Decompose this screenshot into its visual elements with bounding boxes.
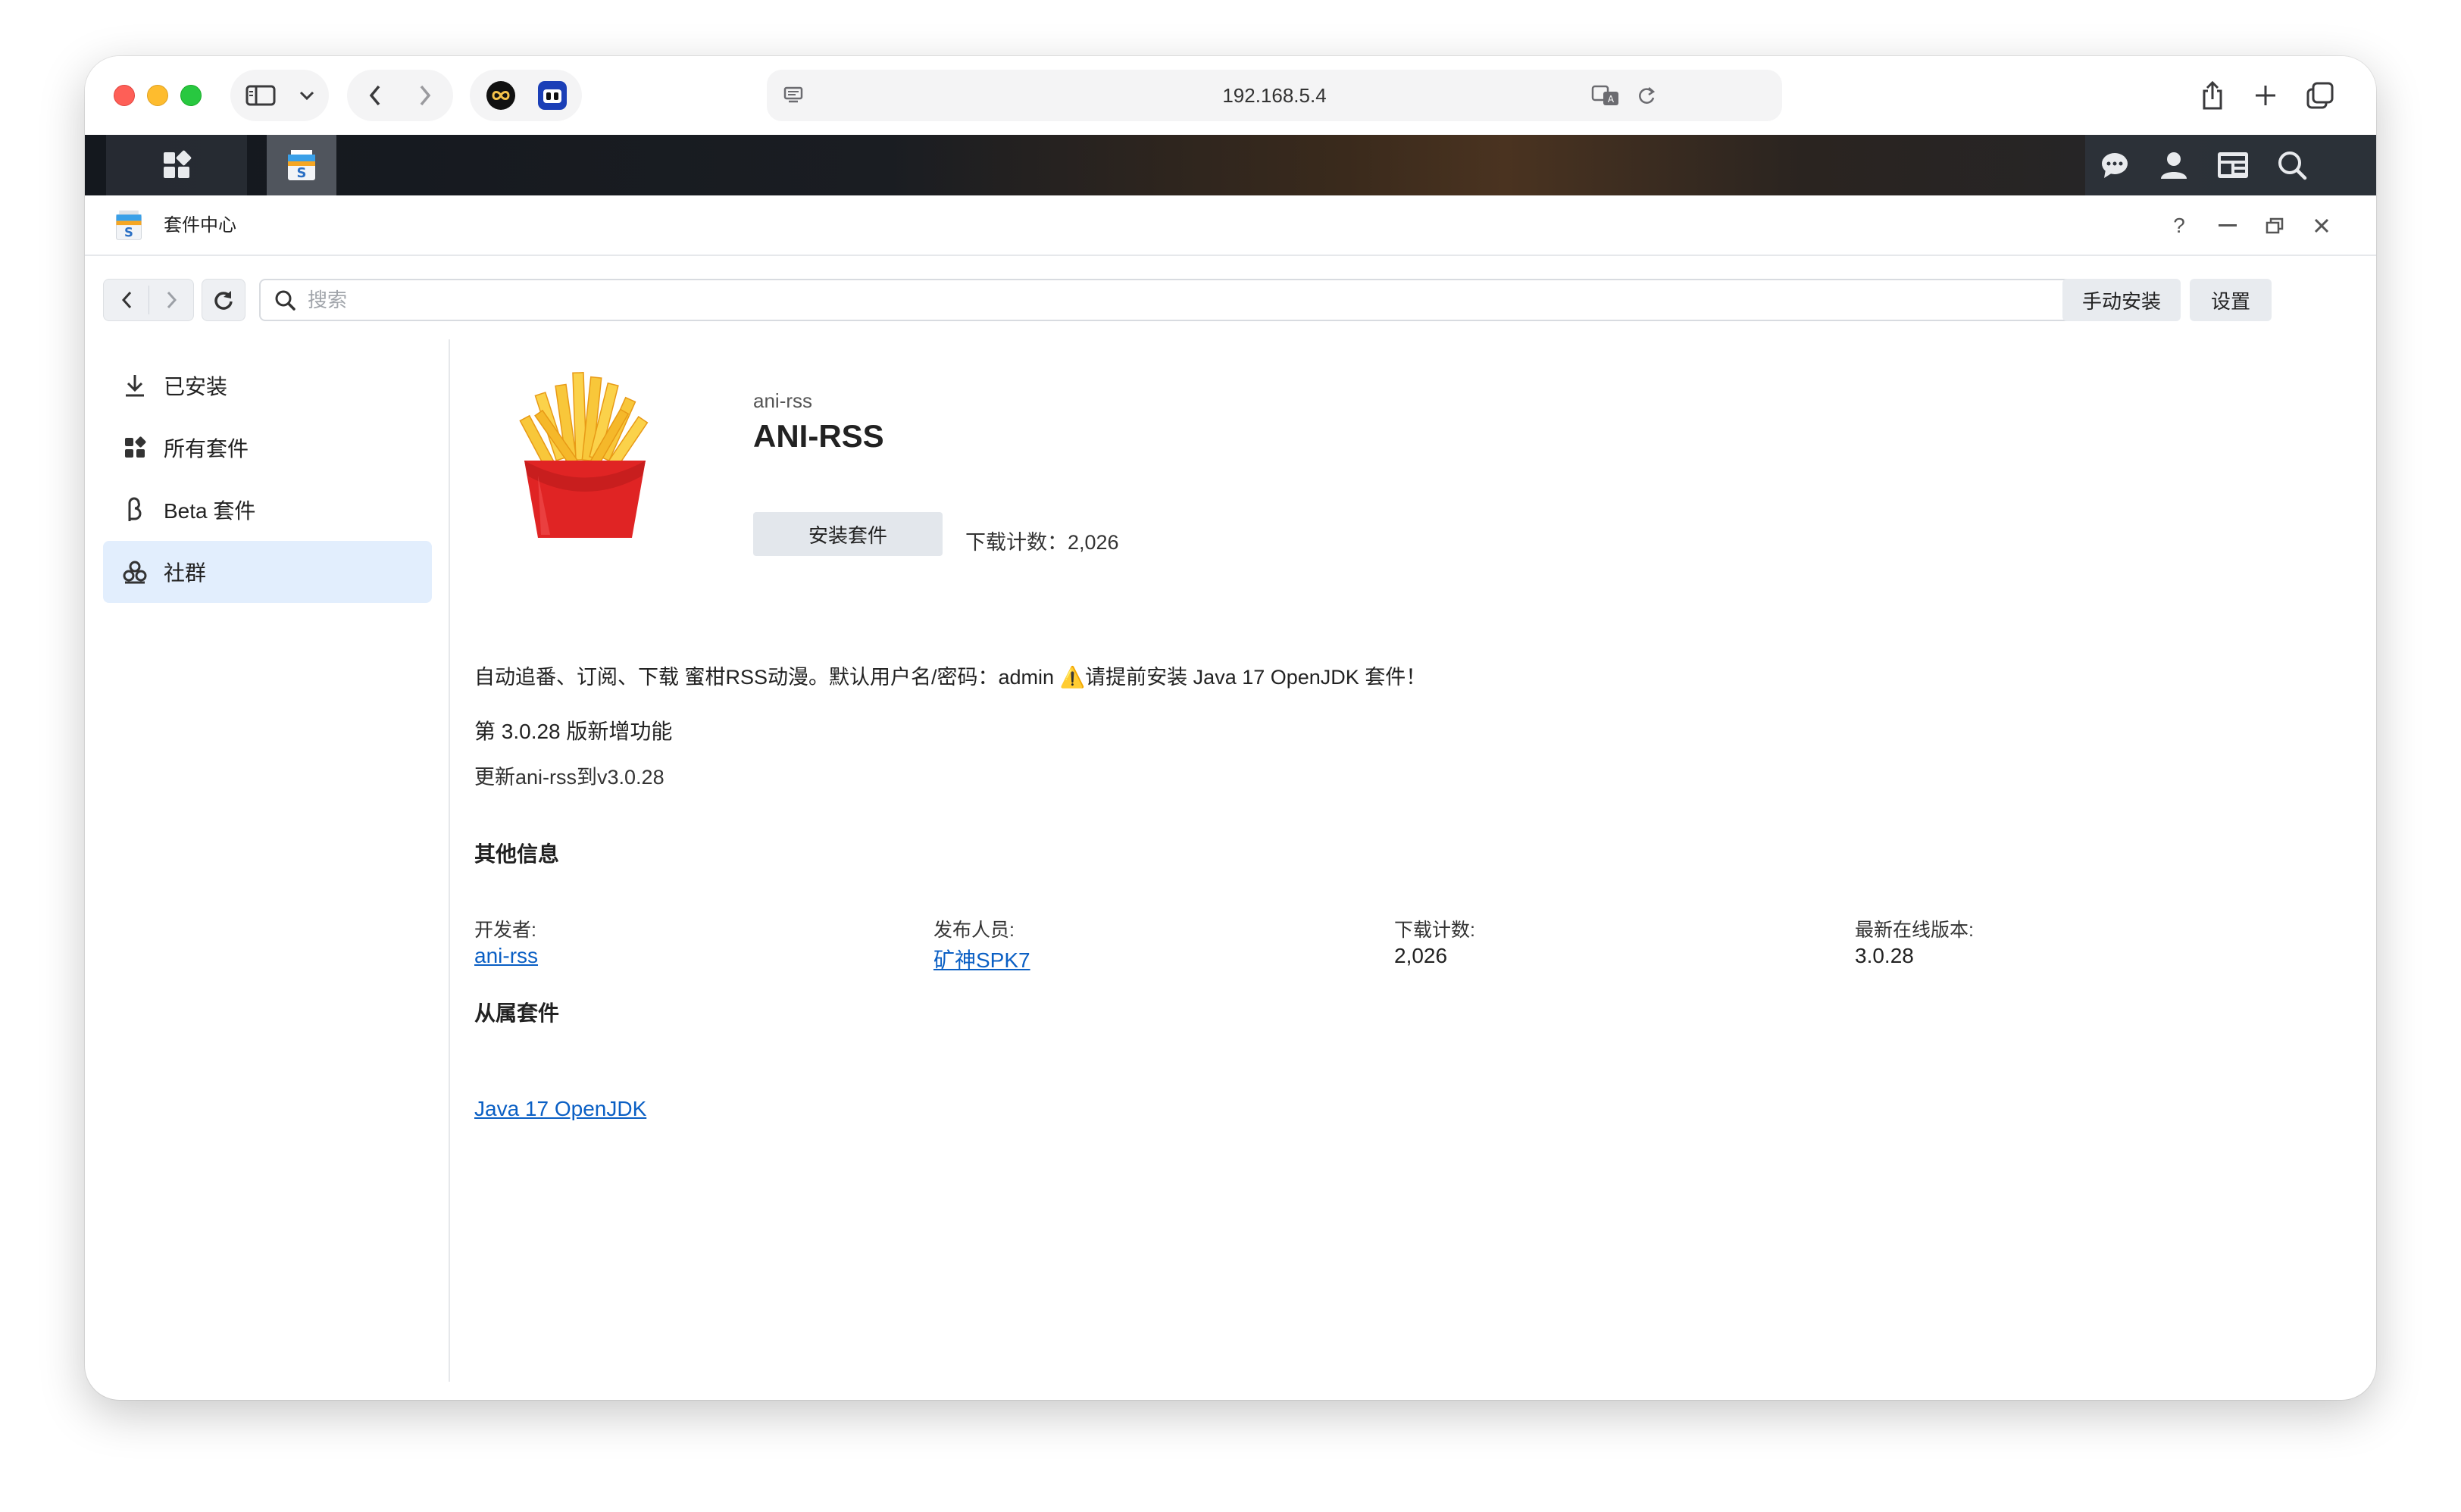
package-center-app-icon: S — [112, 209, 145, 246]
whats-new-title: 第 3.0.28 版新增功能 — [474, 720, 673, 743]
sidebar-item-label: 已安装 — [164, 375, 228, 398]
developer-link[interactable]: ani-rss — [474, 944, 538, 968]
sidebar-item-label: Beta 套件 — [164, 499, 256, 523]
publisher-link[interactable]: 矿神SPK7 — [933, 944, 1030, 974]
forward-icon[interactable] — [400, 70, 450, 121]
community-icon — [120, 560, 150, 584]
widgets-icon[interactable] — [2203, 135, 2262, 195]
chevron-down-icon[interactable] — [289, 70, 324, 121]
help-icon[interactable]: ? — [2158, 195, 2200, 256]
minimize-window-button[interactable] — [147, 85, 168, 106]
dependency-title: 从属套件 — [474, 1001, 560, 1025]
dsm-taskbar: S — [85, 135, 2376, 195]
infinity-extension-icon[interactable] — [476, 70, 526, 121]
nav-back-button[interactable] — [104, 280, 149, 320]
beta-icon — [120, 497, 150, 523]
package-title: ANI-RSS — [753, 418, 884, 454]
nav-forward-button[interactable] — [149, 280, 195, 320]
close-icon[interactable] — [2300, 195, 2343, 256]
browser-toolbar: 192.168.5.4 A — [85, 56, 2376, 135]
downloads-label: 下载计数: — [1394, 920, 1475, 941]
restore-icon[interactable] — [2253, 195, 2296, 256]
grid-icon — [120, 436, 150, 459]
settings-button[interactable]: 设置 — [2190, 279, 2272, 321]
translate-icon[interactable]: A — [1585, 70, 1628, 121]
search-box-icon — [274, 289, 296, 314]
search-input[interactable] — [308, 280, 2050, 320]
tab-overview-icon[interactable] — [2297, 70, 2343, 121]
other-info-title: 其他信息 — [474, 842, 560, 866]
reload-icon[interactable] — [1628, 70, 1665, 121]
package-icon — [502, 362, 668, 548]
address-bar[interactable]: 192.168.5.4 A — [767, 70, 1782, 121]
sidebar-item-label: 所有套件 — [164, 437, 249, 461]
developer-label: 开发者: — [474, 920, 536, 941]
taskbar-package-center[interactable]: S — [267, 135, 336, 195]
close-window-button[interactable] — [114, 85, 135, 106]
svg-text:A: A — [1608, 94, 1615, 105]
user-icon[interactable] — [2144, 135, 2203, 195]
refresh-button[interactable] — [202, 279, 245, 321]
package-description: 自动追番、订阅、下载 蜜柑RSS动漫。默认用户名/密码：admin ⚠️请提前安… — [474, 666, 1427, 689]
sidebar-divider — [449, 339, 450, 1382]
minimize-icon[interactable] — [2206, 195, 2249, 256]
app-titlebar: S 套件中心 ? — [85, 195, 2376, 256]
main-menu-button[interactable] — [106, 135, 247, 195]
back-icon[interactable] — [350, 70, 400, 121]
svg-text:S: S — [124, 226, 133, 240]
zoom-window-button[interactable] — [180, 85, 202, 106]
app-title: 套件中心 — [164, 215, 236, 236]
page-nav-group — [103, 279, 194, 321]
sidebar-item-label: 社群 — [164, 561, 207, 585]
sidebar-item-installed[interactable]: 已安装 — [103, 355, 432, 417]
package-center-icon: S — [267, 135, 336, 195]
search-box[interactable] — [259, 279, 2117, 321]
search-icon[interactable] — [2262, 135, 2322, 195]
latest-version-value: 3.0.28 — [1855, 944, 1914, 967]
svg-text:S: S — [297, 165, 307, 181]
chat-icon[interactable] — [2085, 135, 2144, 195]
browser-window: 192.168.5.4 A S S 套件中心 ? 搜索 手动安装 设置 已安装 … — [85, 56, 2376, 1400]
refresh-icon — [214, 291, 233, 310]
whats-new-text: 更新ani-rss到v3.0.28 — [474, 766, 665, 789]
dependency-link[interactable]: Java 17 OpenJDK — [474, 1097, 646, 1121]
latest-version-label: 最新在线版本: — [1855, 920, 1974, 941]
manual-install-button[interactable]: 手动安装 — [2062, 279, 2181, 321]
new-tab-icon[interactable] — [2243, 70, 2288, 121]
share-icon[interactable] — [2190, 70, 2235, 121]
publisher-label: 发布人员: — [933, 920, 1015, 941]
downloads-value: 2,026 — [1394, 944, 1448, 967]
package-id: ani-rss — [753, 389, 813, 412]
sidebar-item-beta[interactable]: Beta 套件 — [103, 479, 432, 541]
main-menu-icon — [106, 135, 247, 195]
download-icon — [120, 373, 150, 398]
taskbar-tray — [2085, 135, 2376, 195]
download-count: 下载计数：2,026 — [965, 531, 1119, 554]
install-package-button[interactable]: 安装套件 — [753, 512, 943, 556]
sidebar-toggle-icon[interactable] — [233, 70, 288, 121]
sidebar-item-all-packages[interactable]: 所有套件 — [103, 417, 432, 479]
sidebar-item-community[interactable]: 社群 — [103, 541, 432, 603]
bitwarden-extension-icon[interactable] — [527, 70, 577, 121]
